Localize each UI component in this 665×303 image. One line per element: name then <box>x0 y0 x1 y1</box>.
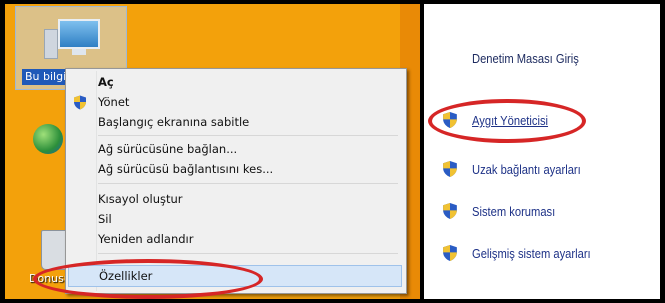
menu-item-map-network-drive[interactable]: Ağ sürücüsüne bağlan... <box>68 139 402 159</box>
menu-item-label: Kısayol oluştur <box>98 192 183 206</box>
uac-shield-icon <box>443 203 457 219</box>
network-globe-icon[interactable] <box>33 124 63 154</box>
monitor-icon <box>58 19 100 49</box>
menu-separator <box>98 183 398 184</box>
menu-item-create-shortcut[interactable]: Kısayol oluştur <box>68 189 402 209</box>
device-manager-highlight-ellipse <box>428 99 586 143</box>
menu-item-label: Yönet <box>98 95 130 109</box>
control-panel-tasks: Denetim Masası Giriş Aygıt Yöneticisi Uz… <box>424 4 660 299</box>
menu-item-label: Ağ sürücüsü bağlantısını kes... <box>98 162 274 176</box>
uac-shield-icon <box>443 245 457 261</box>
menu-item-label: Aç <box>98 75 114 89</box>
monitor-stand <box>72 49 86 55</box>
menu-item-label: Ağ sürücüsüne bağlan... <box>98 142 238 156</box>
desktop-area: Bu bilgisayar Donusu... Aç Yönet Başlang… <box>5 4 420 299</box>
uac-shield-icon <box>74 95 86 110</box>
menu-item-disconnect-network-drive[interactable]: Ağ sürücüsü bağlantısını kes... <box>68 159 402 179</box>
menu-item-label: Başlangıç ekranına sabitle <box>98 115 250 129</box>
pc-tower-icon <box>44 29 58 59</box>
system-protection-link[interactable]: Sistem koruması <box>472 204 555 219</box>
menu-item-open[interactable]: Aç <box>68 72 402 92</box>
menu-separator <box>98 253 398 254</box>
advanced-system-settings-link[interactable]: Gelişmiş sistem ayarları <box>472 246 591 261</box>
menu-item-manage[interactable]: Yönet <box>68 92 402 112</box>
menu-item-label: Yeniden adlandır <box>98 232 194 246</box>
menu-item-delete[interactable]: Sil <box>68 209 402 229</box>
properties-highlight-ellipse <box>33 259 263 299</box>
control-panel-home-link[interactable]: Denetim Masası Giriş <box>472 51 579 66</box>
remote-settings-link[interactable]: Uzak bağlantı ayarları <box>472 162 581 177</box>
uac-shield-icon <box>443 161 457 177</box>
menu-item-label: Sil <box>98 212 112 226</box>
menu-item-rename[interactable]: Yeniden adlandır <box>68 229 402 249</box>
menu-separator <box>98 135 398 136</box>
menu-item-pin-to-start[interactable]: Başlangıç ekranına sabitle <box>68 112 402 132</box>
